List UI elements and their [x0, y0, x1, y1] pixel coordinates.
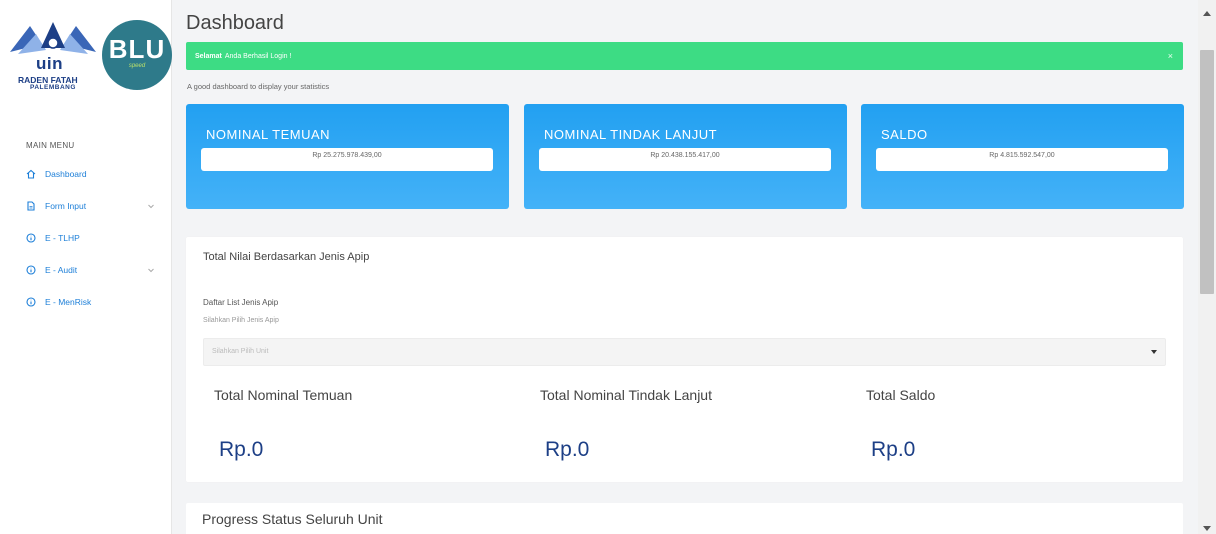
stat-label: SALDO	[881, 127, 928, 142]
uin-logo-text: uin	[36, 54, 63, 73]
stat-label: NOMINAL TINDAK LANJUT	[544, 127, 718, 142]
uin-city: PALEMBANG	[30, 84, 76, 91]
main-menu-label: MAIN MENU	[26, 141, 75, 150]
alert-close-button[interactable]: ×	[1168, 51, 1173, 61]
total-nominal-temuan-label: Total Nominal Temuan	[214, 387, 353, 403]
blu-logo[interactable]: BLU speed	[102, 20, 172, 90]
main-content: Dashboard Selamat Anda Berhasil Login ! …	[172, 0, 1198, 534]
uin-emblem-icon	[10, 22, 96, 54]
caret-down-icon	[1151, 350, 1157, 354]
info-circle-icon	[26, 233, 36, 243]
chevron-down-icon[interactable]	[146, 265, 156, 275]
chevron-down-icon[interactable]	[146, 201, 156, 211]
unit-select-placeholder: Silahkan Pilih Unit	[212, 348, 269, 355]
stat-card-nominal-temuan: NOMINAL TEMUAN Rp 25.275.978.439,00	[186, 104, 509, 209]
sidebar-item-label: E - MenRisk	[45, 297, 92, 307]
document-icon	[27, 201, 35, 211]
total-nominal-tindak-lanjut-value: Rp.0	[545, 438, 590, 461]
progress-status-panel: Progress Status Seluruh Unit	[186, 503, 1183, 534]
stat-card-saldo: SALDO Rp 4.815.592.547,00	[861, 104, 1184, 209]
total-saldo-label: Total Saldo	[866, 387, 936, 403]
scroll-up-arrow-icon[interactable]	[1203, 11, 1211, 16]
login-success-alert: Selamat Anda Berhasil Login ! ×	[186, 42, 1183, 70]
info-circle-icon	[26, 265, 36, 275]
apip-field-label: Daftar List Jenis Apip	[203, 298, 279, 307]
blu-logo-text: BLU	[108, 34, 166, 64]
total-saldo-value: Rp.0	[871, 438, 916, 461]
apip-field-help: Silahkan Pilih Jenis Apip	[203, 317, 279, 324]
blu-tagline: speed	[128, 63, 146, 69]
stat-value: Rp 4.815.592.547,00	[876, 148, 1168, 171]
panel-title: Total Nilai Berdasarkan Jenis Apip	[203, 251, 370, 263]
page-subtitle: A good dashboard to display your statist…	[187, 82, 330, 91]
sidebar-item-label: E - Audit	[45, 265, 78, 275]
unit-select[interactable]: Silahkan Pilih Unit	[203, 338, 1166, 366]
scroll-thumb[interactable]	[1200, 50, 1214, 294]
info-circle-icon	[26, 297, 36, 307]
sidebar-item-e-audit[interactable]: E - Audit	[26, 262, 166, 278]
stat-card-nominal-tindak-lanjut: NOMINAL TINDAK LANJUT Rp 20.438.155.417,…	[524, 104, 847, 209]
total-nominal-temuan-value: Rp.0	[219, 438, 264, 461]
sidebar-item-dashboard[interactable]: Dashboard	[26, 166, 166, 182]
panel-title: Progress Status Seluruh Unit	[202, 511, 383, 527]
home-icon	[26, 169, 36, 179]
alert-strong-text: Selamat	[195, 52, 222, 60]
sidebar-item-label: Dashboard	[45, 169, 87, 179]
sidebar-item-label: Form Input	[45, 201, 87, 211]
apip-totals-panel: Total Nilai Berdasarkan Jenis Apip Dafta…	[186, 237, 1183, 482]
logo-area: uin RADEN FATAH PALEMBANG BLU speed	[8, 16, 172, 96]
stat-label: NOMINAL TEMUAN	[206, 127, 331, 142]
page-title: Dashboard	[186, 12, 284, 34]
uin-logo[interactable]: uin RADEN FATAH PALEMBANG	[8, 18, 98, 94]
sidebar-item-e-tlhp[interactable]: E - TLHP	[26, 230, 166, 246]
stat-value: Rp 25.275.978.439,00	[201, 148, 493, 171]
vertical-scrollbar[interactable]	[1198, 0, 1216, 534]
sidebar-item-label: E - TLHP	[45, 233, 80, 243]
sidebar-item-e-menrisk[interactable]: E - MenRisk	[26, 294, 166, 310]
stat-value: Rp 20.438.155.417,00	[539, 148, 831, 171]
scroll-down-arrow-icon[interactable]	[1203, 526, 1211, 531]
sidebar: uin RADEN FATAH PALEMBANG BLU speed MAIN…	[0, 0, 172, 534]
sidebar-item-form-input[interactable]: Form Input	[26, 198, 166, 214]
alert-message: Anda Berhasil Login !	[224, 52, 292, 60]
total-nominal-tindak-lanjut-label: Total Nominal Tindak Lanjut	[540, 387, 712, 403]
